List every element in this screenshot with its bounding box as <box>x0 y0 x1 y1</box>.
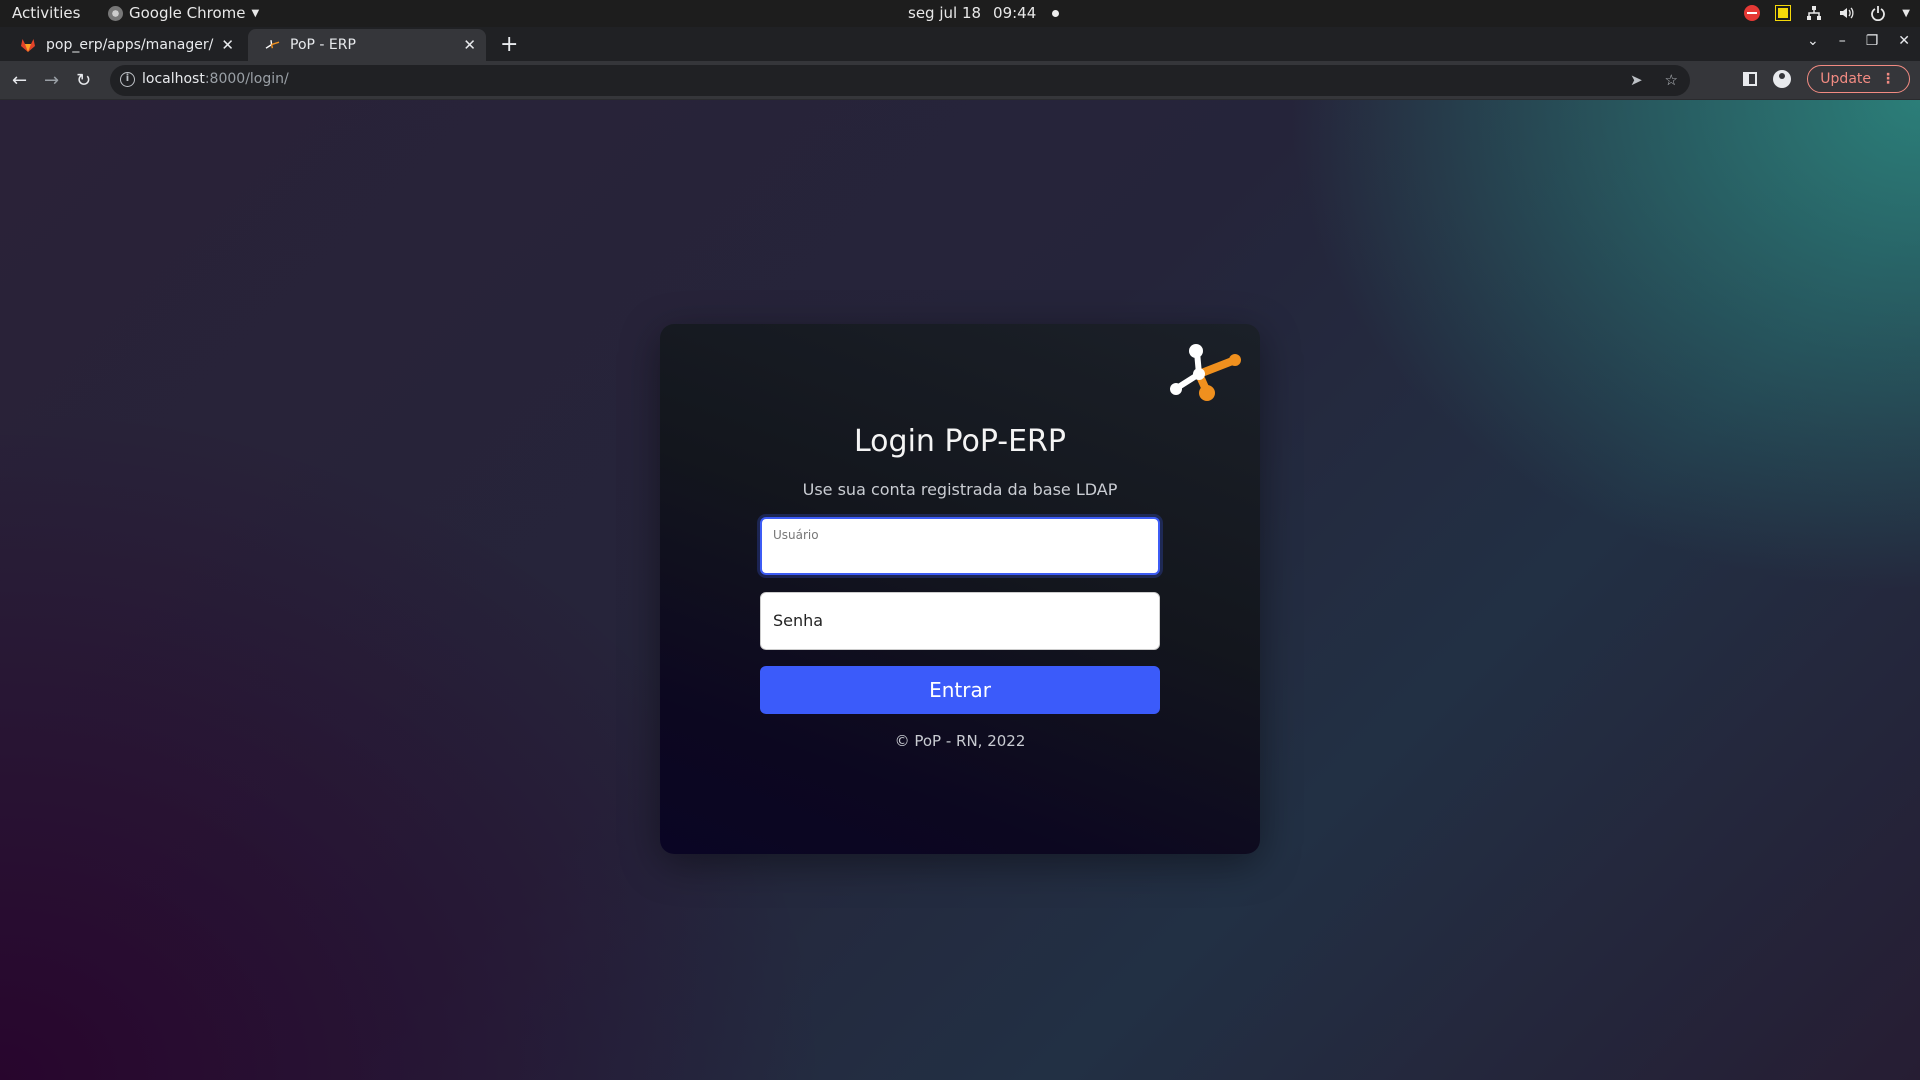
system-menu-caret-icon[interactable]: ▼ <box>1902 8 1910 19</box>
toolbar-actions: Update ⋮ <box>1743 65 1910 93</box>
caret-down-icon: ▼ <box>251 7 260 19</box>
copyright-footer: © PoP - RN, 2022 <box>894 732 1026 750</box>
chrome-icon <box>108 5 123 21</box>
bookmark-star-icon[interactable]: ☆ <box>1665 71 1678 89</box>
username-label: Usuário <box>773 528 819 542</box>
omnibox-actions: ➤ ☆ <box>1630 71 1678 89</box>
do-not-disturb-icon[interactable] <box>1744 5 1761 21</box>
more-menu-icon: ⋮ <box>1881 71 1895 87</box>
browser-toolbar: ← → ↻ i localhost:8000/login/ ➤ ☆ Update… <box>0 61 1920 100</box>
close-tab-icon[interactable]: ✕ <box>221 36 234 54</box>
app-menu-label: Google Chrome <box>129 4 246 22</box>
system-top-bar: Activities Google Chrome ▼ seg jul 18 09… <box>0 0 1920 27</box>
pop-erp-logo <box>1170 344 1241 401</box>
login-button[interactable]: Entrar <box>760 666 1160 714</box>
profile-icon[interactable] <box>1773 70 1792 88</box>
notification-dot-icon <box>1052 9 1060 17</box>
clock-time: 09:44 <box>993 4 1037 22</box>
tab-title: PoP - ERP <box>290 37 356 53</box>
tab-title: pop_erp/apps/manager/ <box>46 37 214 53</box>
notes-icon[interactable] <box>1775 5 1792 21</box>
back-button[interactable]: ← <box>12 70 27 91</box>
tab-strip: pop_erp/apps/manager/ ✕ PoP - ERP ✕ + ⌄ … <box>0 27 1920 61</box>
volume-icon[interactable] <box>1838 5 1854 21</box>
update-button[interactable]: Update ⋮ <box>1807 65 1910 93</box>
login-card: Login PoP-ERP Use sua conta registrada d… <box>660 324 1260 854</box>
login-title: Login PoP-ERP <box>854 424 1066 459</box>
tab-pop-erp[interactable]: PoP - ERP ✕ <box>248 29 486 61</box>
network-icon[interactable] <box>1806 5 1822 21</box>
site-info-icon[interactable]: i <box>120 72 135 87</box>
minimize-button[interactable]: – <box>1839 33 1846 49</box>
update-label: Update <box>1820 71 1871 87</box>
login-subtitle: Use sua conta registrada da base LDAP <box>802 480 1118 499</box>
address-bar[interactable]: i localhost:8000/login/ ➤ ☆ <box>110 65 1690 96</box>
window-controls: ⌄ – ❐ ✕ <box>1807 33 1910 49</box>
password-placeholder: Senha <box>773 611 824 630</box>
tab-gitlab[interactable]: pop_erp/apps/manager/ ✕ <box>4 29 244 61</box>
password-field[interactable]: Senha <box>760 592 1160 650</box>
activities-button[interactable]: Activities <box>12 4 80 22</box>
side-panel-icon[interactable] <box>1743 72 1758 86</box>
reload-button[interactable]: ↻ <box>76 70 91 91</box>
close-tab-icon[interactable]: ✕ <box>463 36 476 54</box>
restore-button[interactable]: ❐ <box>1866 33 1879 49</box>
clock[interactable]: seg jul 18 09:44 <box>908 4 1060 22</box>
url-text[interactable]: localhost:8000/login/ <box>142 71 289 87</box>
send-icon[interactable]: ➤ <box>1630 71 1643 89</box>
page-background: Login PoP-ERP Use sua conta registrada d… <box>0 100 1920 1080</box>
username-field[interactable]: Usuário <box>760 517 1160 575</box>
close-window-button[interactable]: ✕ <box>1898 33 1910 49</box>
tab-search-icon[interactable]: ⌄ <box>1807 33 1819 49</box>
gitlab-icon <box>21 39 35 52</box>
pop-erp-icon <box>265 40 280 49</box>
forward-button[interactable]: → <box>44 70 59 91</box>
system-tray: ▼ <box>1744 3 1910 23</box>
new-tab-button[interactable]: + <box>500 32 518 57</box>
url-path: :8000/login/ <box>204 71 289 87</box>
url-host: localhost <box>142 71 205 87</box>
power-icon[interactable] <box>1870 5 1886 21</box>
app-menu[interactable]: Google Chrome ▼ <box>108 4 259 22</box>
clock-date: seg jul 18 <box>908 4 982 22</box>
